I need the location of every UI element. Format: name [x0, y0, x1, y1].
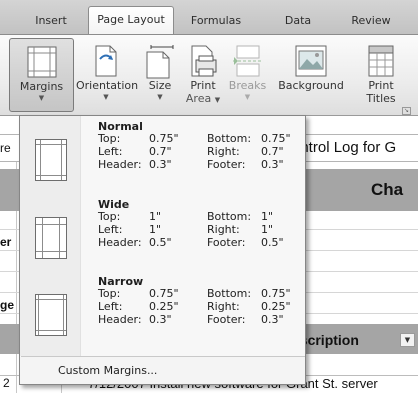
formula-bar-text[interactable]: ontrol Log for G: [292, 137, 396, 159]
right-value: 0.25": [261, 300, 291, 313]
background-image-icon: [295, 45, 327, 77]
tab-data[interactable]: Data: [276, 9, 320, 34]
bottom-label: Bottom:: [207, 287, 252, 300]
print-area-icon: [191, 45, 217, 77]
breaks-label: Breaks: [228, 79, 267, 92]
print-area-label: Print: [190, 79, 216, 92]
top-label: Top:: [98, 132, 121, 145]
custom-margins-item[interactable]: Custom Margins...: [20, 357, 305, 384]
chevron-down-icon: ▼: [244, 93, 251, 101]
size-button[interactable]: Size ▼: [139, 38, 181, 112]
tab-review[interactable]: Review: [340, 9, 402, 34]
margin-option-narrow[interactable]: Narrow Top: 0.75" Bottom: 0.75" Left: 0.…: [21, 275, 305, 353]
row-number: 2: [3, 376, 10, 390]
footer-value: 0.5": [261, 236, 284, 249]
footer-value: 0.3": [261, 313, 284, 326]
bottom-label: Bottom:: [207, 210, 252, 223]
print-titles-icon: [368, 45, 394, 77]
top-label: Top:: [98, 287, 121, 300]
page-breaks-icon: [232, 45, 263, 77]
margins-label: Margins: [19, 80, 64, 93]
footer-label: Footer:: [207, 236, 246, 249]
wide-margins-icon: [35, 217, 67, 259]
bottom-value: 1": [261, 210, 274, 223]
narrow-margins-icon: [35, 294, 67, 336]
margins-icon: [27, 46, 56, 78]
normal-margins-icon: [35, 139, 67, 181]
bottom-value: 0.75": [261, 132, 291, 145]
background-button[interactable]: Background: [274, 38, 348, 112]
left-label: Left:: [98, 223, 123, 236]
print-area-button[interactable]: Print Area ▼: [182, 38, 224, 112]
top-value: 1": [149, 210, 162, 223]
header-value: 0.3": [149, 313, 172, 326]
left-value: 0.7": [149, 145, 172, 158]
left-label: Left:: [98, 145, 123, 158]
right-value: 0.7": [261, 145, 284, 158]
orientation-button[interactable]: Orientation ▼: [76, 38, 139, 112]
print-titles-label: Print: [368, 79, 394, 92]
right-value: 1": [261, 223, 274, 236]
row-label-fragment: er: [0, 235, 12, 249]
top-value: 0.75": [149, 287, 179, 300]
orientation-icon: [95, 45, 117, 77]
left-label: Left:: [98, 300, 123, 313]
margins-button[interactable]: Margins ▼: [9, 38, 74, 112]
ribbon-tab-bar: Insert Page Layout Formulas Data Review: [0, 0, 418, 35]
print-titles-label-2: Titles: [366, 92, 396, 105]
header-value: 0.5": [149, 236, 172, 249]
margin-option-normal[interactable]: Normal Top: 0.75" Bottom: 0.75" Left: 0.…: [21, 120, 305, 198]
margin-option-wide[interactable]: Wide Top: 1" Bottom: 1" Left: 1" Right: …: [21, 198, 305, 276]
footer-value: 0.3": [261, 158, 284, 171]
top-value: 0.75": [149, 132, 179, 145]
orientation-label: Orientation: [76, 79, 139, 92]
background-label: Background: [278, 79, 344, 92]
chevron-down-icon: ▼: [157, 93, 163, 101]
row-label-fragment: ge: [0, 298, 15, 312]
print-titles-button[interactable]: Print Titles ↘: [353, 38, 411, 115]
header-value: 0.3": [149, 158, 172, 171]
top-label: Top:: [98, 210, 121, 223]
title-cell: Cha: [371, 180, 404, 199]
ribbon-page-setup-group: Margins ▼ Orientation ▼ Size ▼ Print Are…: [0, 34, 418, 116]
breaks-button[interactable]: Breaks ▼: [225, 38, 270, 112]
dialog-launcher-icon[interactable]: ↘: [402, 107, 411, 115]
chevron-down-icon: ▼: [38, 94, 45, 102]
left-value: 0.25": [149, 300, 179, 313]
tab-insert[interactable]: Insert: [22, 9, 80, 34]
footer-label: Footer:: [207, 158, 246, 171]
right-label: Right:: [207, 300, 240, 313]
chevron-down-icon: ▼: [214, 96, 221, 104]
footer-label: Footer:: [207, 313, 246, 326]
header-label: Header:: [98, 158, 142, 171]
right-label: Right:: [207, 145, 240, 158]
header-label: Header:: [98, 236, 142, 249]
tab-formulas[interactable]: Formulas: [183, 9, 249, 34]
margins-dropdown-menu: Normal Top: 0.75" Bottom: 0.75" Left: 0.…: [19, 115, 306, 385]
left-value: 1": [149, 223, 162, 236]
size-label: Size: [148, 79, 172, 92]
bottom-value: 0.75": [261, 287, 291, 300]
filter-dropdown-icon[interactable]: ▼: [400, 333, 415, 347]
chevron-down-icon: ▼: [103, 93, 109, 101]
header-label: Header:: [98, 313, 142, 326]
paper-size-icon: [146, 45, 174, 79]
bottom-label: Bottom:: [207, 132, 252, 145]
right-label: Right:: [207, 223, 240, 236]
print-area-label-2: Area: [185, 92, 212, 105]
tab-page-layout[interactable]: Page Layout: [88, 6, 174, 35]
